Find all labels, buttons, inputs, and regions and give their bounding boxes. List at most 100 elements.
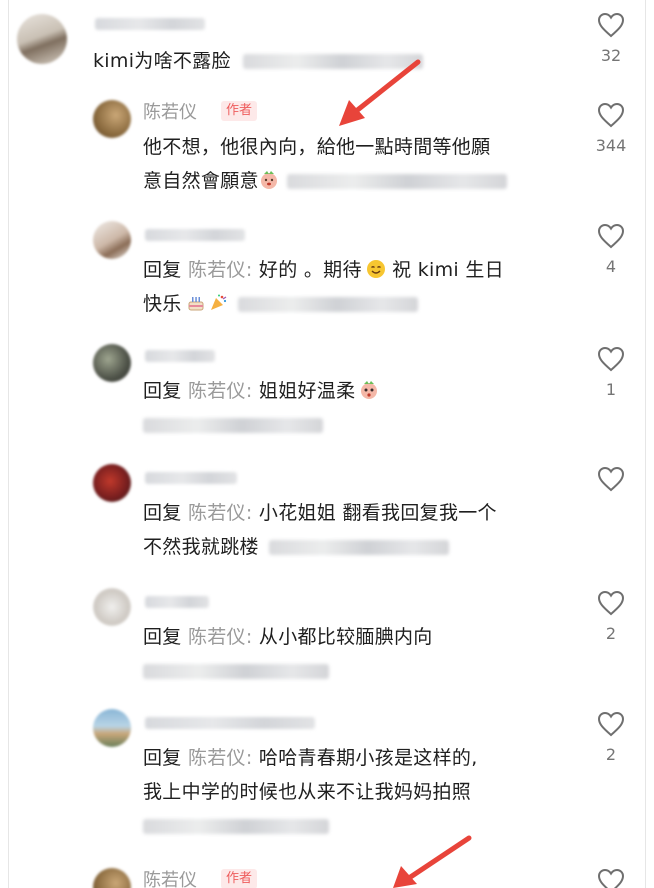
heart-outline-icon bbox=[597, 466, 625, 492]
author-badge: 作者 bbox=[221, 869, 258, 888]
comment-line-content: 意自然會願意 bbox=[143, 170, 259, 192]
heart-outline-icon bbox=[597, 346, 625, 372]
reply: 回复 陈若仪: 哈哈青春期小孩是这样的, 我上中学的时候也从来不让我妈妈拍照 2 bbox=[9, 703, 645, 843]
reply-prefix: 回复 bbox=[143, 626, 182, 648]
like-count: 2 bbox=[605, 745, 617, 764]
reply-to-name[interactable]: 陈若仪: bbox=[188, 626, 253, 648]
comment-line: 回复 陈若仪: 好的 。期待 祝 kimi 生日 bbox=[143, 253, 504, 287]
author-name[interactable]: 陈若仪 bbox=[143, 866, 197, 888]
avatar[interactable] bbox=[93, 100, 131, 138]
meta-blurred bbox=[143, 418, 323, 433]
username-blurred[interactable] bbox=[145, 596, 209, 608]
comment-text: 回复 陈若仪: 从小都比较腼腆内向 bbox=[143, 620, 433, 688]
comment-line-2 bbox=[143, 408, 379, 442]
reply-to-name[interactable]: 陈若仪: bbox=[188, 259, 253, 281]
like-count: 1 bbox=[605, 380, 617, 399]
username-blurred[interactable] bbox=[145, 350, 215, 362]
like-count: 344 bbox=[595, 136, 627, 155]
smile-emoji bbox=[366, 260, 385, 278]
comment-line-content-2: 祝 kimi 生日 bbox=[385, 259, 504, 281]
avatar[interactable] bbox=[93, 344, 131, 382]
like-button[interactable]: 344 bbox=[587, 102, 635, 155]
comment-line: 他不想，他很內向，給他一點時間等他願 bbox=[143, 136, 491, 158]
username-blurred[interactable] bbox=[145, 472, 237, 484]
reply-prefix: 回复 bbox=[143, 380, 182, 402]
author-badge: 作者 bbox=[221, 101, 258, 121]
comment-text-content: kimi为啥不露脸 bbox=[93, 50, 231, 72]
cake-emoji bbox=[188, 297, 204, 311]
author-name[interactable]: 陈若仪 bbox=[143, 98, 197, 124]
meta-blurred bbox=[286, 174, 507, 189]
meta-blurred bbox=[143, 819, 329, 834]
comment-line: 回复 陈若仪: 哈哈青春期小孩是这样的, bbox=[143, 741, 478, 775]
meta-blurred bbox=[268, 540, 449, 555]
comment-text: 回复 陈若仪: 姐姐好温柔 bbox=[143, 374, 379, 442]
heart-outline-icon bbox=[597, 711, 625, 737]
heart-outline-icon bbox=[597, 590, 625, 616]
reply: 回复 陈若仪: 好的 。期待 祝 kimi 生日 快乐 4 bbox=[9, 215, 645, 335]
username-blurred[interactable] bbox=[145, 717, 315, 729]
comment-line: 回复 陈若仪: 小花姐姐 翻看我回复我一个 bbox=[143, 496, 497, 530]
avatar[interactable] bbox=[93, 709, 131, 747]
comment-text: 回复 陈若仪: 哈哈青春期小孩是这样的, 我上中学的时候也从来不让我妈妈拍照 bbox=[143, 741, 478, 843]
reply-to-name[interactable]: 陈若仪: bbox=[188, 502, 253, 524]
heart-outline-icon bbox=[597, 102, 625, 128]
reply-author-cutoff: 陈若仪 作者 bbox=[9, 858, 645, 888]
comment-line-content: 好的 。期待 bbox=[252, 259, 362, 281]
avatar[interactable] bbox=[93, 464, 131, 502]
comment-line-2 bbox=[143, 654, 433, 688]
comment-line-content: 哈哈青春期小孩是这样的, bbox=[252, 747, 478, 769]
comment-line-content: 从小都比较腼腆内向 bbox=[252, 626, 433, 648]
comment-line: 回复 陈若仪: 从小都比较腼腆内向 bbox=[143, 620, 433, 654]
comment-line-content: 姐姐好温柔 bbox=[252, 380, 356, 402]
comment-line-2: 我上中学的时候也从来不让我妈妈拍照 bbox=[143, 781, 472, 803]
reply-prefix: 回复 bbox=[143, 747, 182, 769]
pleading-face-emoji bbox=[361, 381, 378, 399]
like-button[interactable]: 2 bbox=[587, 711, 635, 764]
like-count: 4 bbox=[605, 257, 617, 276]
comment-line-3 bbox=[143, 809, 478, 843]
avatar[interactable] bbox=[17, 14, 67, 64]
reply-prefix: 回复 bbox=[143, 502, 182, 524]
reply-to-name[interactable]: 陈若仪: bbox=[188, 380, 253, 402]
comments-panel: kimi为啥不露脸 32 陈若仪 作者 他不想，他很內向，給他一點時間等他願 意… bbox=[8, 0, 646, 888]
comment-line-2: 不然我就跳楼 bbox=[143, 530, 497, 564]
comment-line-content: 不然我就跳楼 bbox=[143, 536, 259, 558]
heart-outline-icon bbox=[597, 868, 625, 888]
reply: 回复 陈若仪: 小花姐姐 翻看我回复我一个 不然我就跳楼 bbox=[9, 458, 645, 578]
like-button[interactable] bbox=[587, 868, 635, 888]
reply-to-name[interactable]: 陈若仪: bbox=[188, 747, 253, 769]
like-button[interactable] bbox=[587, 466, 635, 500]
comment-line-content: 快乐 bbox=[143, 293, 182, 315]
reply: 回复 陈若仪: 从小都比较腼腆内向 2 bbox=[9, 582, 645, 692]
party-popper-emoji bbox=[210, 294, 226, 310]
comment-text: kimi为啥不露脸 bbox=[93, 44, 424, 78]
comment-line: 回复 陈若仪: 姐姐好温柔 bbox=[143, 374, 379, 408]
reply: 回复 陈若仪: 姐姐好温柔 1 bbox=[9, 338, 645, 448]
relieved-face-emoji bbox=[260, 171, 277, 189]
comment-line-2: 意自然會願意 bbox=[143, 164, 507, 198]
comment-top: kimi为啥不露脸 32 bbox=[9, 0, 645, 90]
like-button[interactable]: 2 bbox=[587, 590, 635, 643]
comment-text: 回复 陈若仪: 好的 。期待 祝 kimi 生日 快乐 bbox=[143, 253, 504, 321]
avatar[interactable] bbox=[93, 221, 131, 259]
meta-blurred bbox=[237, 297, 418, 312]
username-blurred[interactable] bbox=[95, 18, 205, 30]
comment-line-content: 小花姐姐 翻看我回复我一个 bbox=[252, 502, 497, 524]
like-button[interactable]: 32 bbox=[587, 12, 635, 65]
comment-line-2: 快乐 bbox=[143, 287, 504, 321]
meta-blurred bbox=[143, 664, 329, 679]
reply-prefix: 回复 bbox=[143, 259, 182, 281]
meta-blurred bbox=[243, 54, 424, 69]
like-button[interactable]: 1 bbox=[587, 346, 635, 399]
heart-outline-icon bbox=[597, 223, 625, 249]
heart-outline-icon bbox=[597, 12, 625, 38]
comment-text: 他不想，他很內向，給他一點時間等他願 意自然會願意 bbox=[143, 130, 507, 198]
avatar[interactable] bbox=[93, 868, 131, 888]
username-blurred[interactable] bbox=[145, 229, 245, 241]
avatar[interactable] bbox=[93, 588, 131, 626]
comment-text: 回复 陈若仪: 小花姐姐 翻看我回复我一个 不然我就跳楼 bbox=[143, 496, 497, 564]
like-count: 2 bbox=[605, 624, 617, 643]
like-button[interactable]: 4 bbox=[587, 223, 635, 276]
like-count: 32 bbox=[600, 46, 622, 65]
